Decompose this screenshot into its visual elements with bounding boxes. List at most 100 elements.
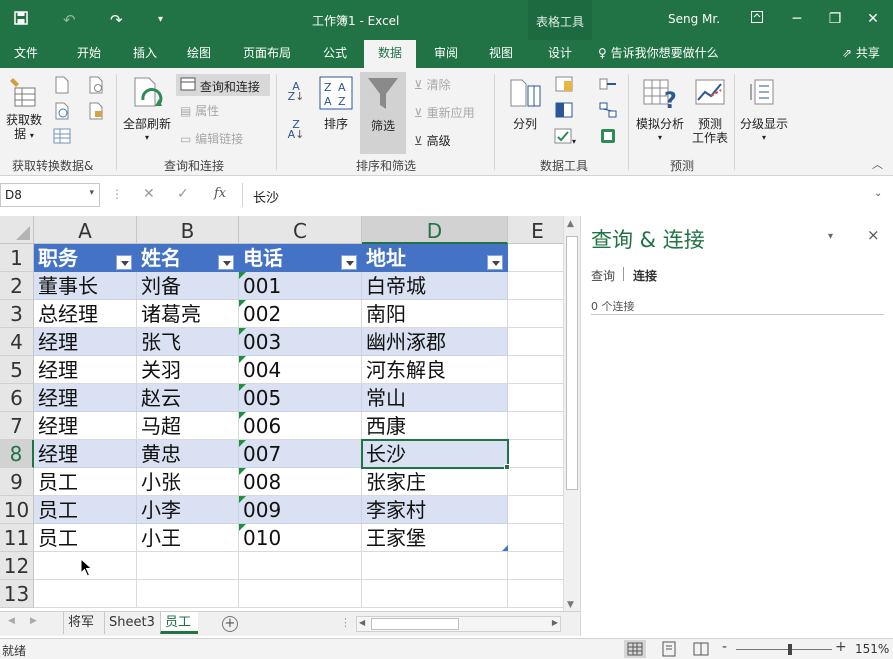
page-layout-view-icon[interactable] <box>658 640 680 658</box>
vertical-scroll-thumb[interactable] <box>566 236 578 490</box>
properties-button[interactable]: ▤ 属性 <box>180 104 219 118</box>
cell-a10[interactable]: 员工 <box>34 496 137 524</box>
cell-e3[interactable] <box>508 300 563 328</box>
cell-a2[interactable]: 董事长 <box>34 272 137 300</box>
vertical-scrollbar[interactable]: ▲ ▼ <box>563 216 580 614</box>
close-icon[interactable]: × <box>867 226 880 244</box>
cell-d1[interactable]: 地址 <box>362 244 508 272</box>
collapse-ribbon-icon[interactable]: ︿ <box>872 156 883 172</box>
expand-formula-bar-icon[interactable]: ⌄ <box>874 188 882 199</box>
cell-b7[interactable]: 马超 <box>137 412 239 440</box>
cancel-icon[interactable]: ✕ <box>143 186 155 202</box>
tab-view[interactable]: 视图 <box>480 40 522 68</box>
cell-d8[interactable]: 长沙 <box>362 440 508 468</box>
zoom-slider[interactable] <box>736 649 832 650</box>
cell-a7[interactable]: 经理 <box>34 412 137 440</box>
pane-tab-queries[interactable]: 查询 <box>591 267 615 284</box>
cell-a3[interactable]: 总经理 <box>34 300 137 328</box>
restore-icon[interactable]: ❐ <box>820 8 850 30</box>
cell-e9[interactable] <box>508 468 563 496</box>
cell-d10[interactable]: 李家村 <box>362 496 508 524</box>
cell-b2[interactable]: 刘备 <box>137 272 239 300</box>
name-box[interactable]: D8 ▾ <box>0 183 100 207</box>
more-icon[interactable]: ⋮ <box>111 187 123 201</box>
cell-d6[interactable]: 常山 <box>362 384 508 412</box>
zoom-slider-thumb[interactable] <box>788 644 792 655</box>
row-header-2[interactable]: 2 <box>0 272 34 300</box>
row-header-11[interactable]: 11 <box>0 524 34 552</box>
sheet-tab-sheet3[interactable]: Sheet3 <box>104 612 159 634</box>
cell-d7[interactable]: 西康 <box>362 412 508 440</box>
page-break-view-icon[interactable] <box>690 640 712 658</box>
cell-b11[interactable]: 小王 <box>137 524 239 552</box>
filter-dropdown-icon[interactable] <box>116 255 132 270</box>
cell-e12[interactable] <box>508 552 563 580</box>
formula-input[interactable]: 长沙 <box>242 183 872 207</box>
consolidate-icon[interactable] <box>598 76 618 95</box>
column-header-c[interactable]: C <box>239 216 362 244</box>
fill-handle[interactable] <box>504 464 510 470</box>
horizontal-scrollbar[interactable]: ◀ ▶ <box>356 616 561 632</box>
cell-b9[interactable]: 小张 <box>137 468 239 496</box>
minimize-icon[interactable]: ─ <box>782 8 812 30</box>
tab-file[interactable]: 文件 <box>6 40 46 68</box>
data-model-icon[interactable] <box>598 128 618 147</box>
cell-e5[interactable] <box>508 356 563 384</box>
cell-d11[interactable]: 王家堡 <box>362 524 508 552</box>
from-table-icon[interactable] <box>52 128 72 147</box>
cell-a5[interactable]: 经理 <box>34 356 137 384</box>
cell-d3[interactable]: 南阳 <box>362 300 508 328</box>
tab-insert[interactable]: 插入 <box>124 40 166 68</box>
cell-c10[interactable]: 009 <box>239 496 362 524</box>
what-if-analysis-button[interactable]: ? 模拟分析 ▾ <box>634 76 686 145</box>
row-header-12[interactable]: 12 <box>0 552 34 580</box>
cell-a11[interactable]: 员工 <box>34 524 137 552</box>
close-icon[interactable]: ✕ <box>858 8 888 30</box>
cell-c1[interactable]: 电话 <box>239 244 362 272</box>
cell-c12[interactable] <box>239 552 362 580</box>
remove-duplicates-icon[interactable] <box>554 102 574 121</box>
cell-d5[interactable]: 河东解良 <box>362 356 508 384</box>
cell-a6[interactable]: 经理 <box>34 384 137 412</box>
cell-b6[interactable]: 赵云 <box>137 384 239 412</box>
cell-a9[interactable]: 员工 <box>34 468 137 496</box>
cell-c11[interactable]: 010 <box>239 524 362 552</box>
normal-view-icon[interactable] <box>624 640 646 658</box>
cell-b5[interactable]: 关羽 <box>137 356 239 384</box>
chevron-down-icon[interactable]: ▾ <box>89 188 94 198</box>
user-name[interactable]: Seng Mr. <box>668 12 720 26</box>
undo-icon[interactable]: ↶ <box>63 10 76 30</box>
filter-dropdown-icon[interactable] <box>218 255 234 270</box>
column-header-a[interactable]: A <box>34 216 137 244</box>
tab-review[interactable]: 审阅 <box>425 40 467 68</box>
redo-icon[interactable]: ↷ <box>110 10 123 30</box>
filter-dropdown-icon[interactable] <box>487 255 503 270</box>
column-header-d[interactable]: D <box>362 216 508 244</box>
zoom-level[interactable]: 151% <box>855 642 889 656</box>
column-header-b[interactable]: B <box>137 216 239 244</box>
cell-d9[interactable]: 张家庄 <box>362 468 508 496</box>
existing-connections-icon[interactable] <box>86 102 106 123</box>
cell-e11[interactable] <box>508 524 563 552</box>
cell-d13[interactable] <box>362 580 508 608</box>
sort-ascending-icon[interactable]: A Z↓ <box>286 81 306 102</box>
row-header-3[interactable]: 3 <box>0 300 34 328</box>
cell-c3[interactable]: 002 <box>239 300 362 328</box>
sheet-prev-icon[interactable]: ◀ <box>8 616 15 626</box>
filter-dropdown-icon[interactable] <box>341 255 357 270</box>
zoom-in-icon[interactable]: + <box>835 639 847 655</box>
cell-c4[interactable]: 003 <box>239 328 362 356</box>
sheet-tab-employees[interactable]: 员工 <box>160 612 198 634</box>
refresh-all-button[interactable]: 全部刷新 ▾ <box>120 76 174 145</box>
tab-page-layout[interactable]: 页面布局 <box>236 40 298 68</box>
from-web-icon[interactable] <box>52 102 72 123</box>
edit-links-button[interactable]: ▭ 编辑链接 <box>180 132 243 146</box>
relationships-icon[interactable] <box>598 102 618 121</box>
cell-a13[interactable] <box>34 580 137 608</box>
cell-e10[interactable] <box>508 496 563 524</box>
row-header-7[interactable]: 7 <box>0 412 34 440</box>
table-resize-handle[interactable] <box>502 545 508 551</box>
recent-sources-icon[interactable] <box>86 76 106 97</box>
cell-b10[interactable]: 小李 <box>137 496 239 524</box>
cell-b1[interactable]: 姓名 <box>137 244 239 272</box>
